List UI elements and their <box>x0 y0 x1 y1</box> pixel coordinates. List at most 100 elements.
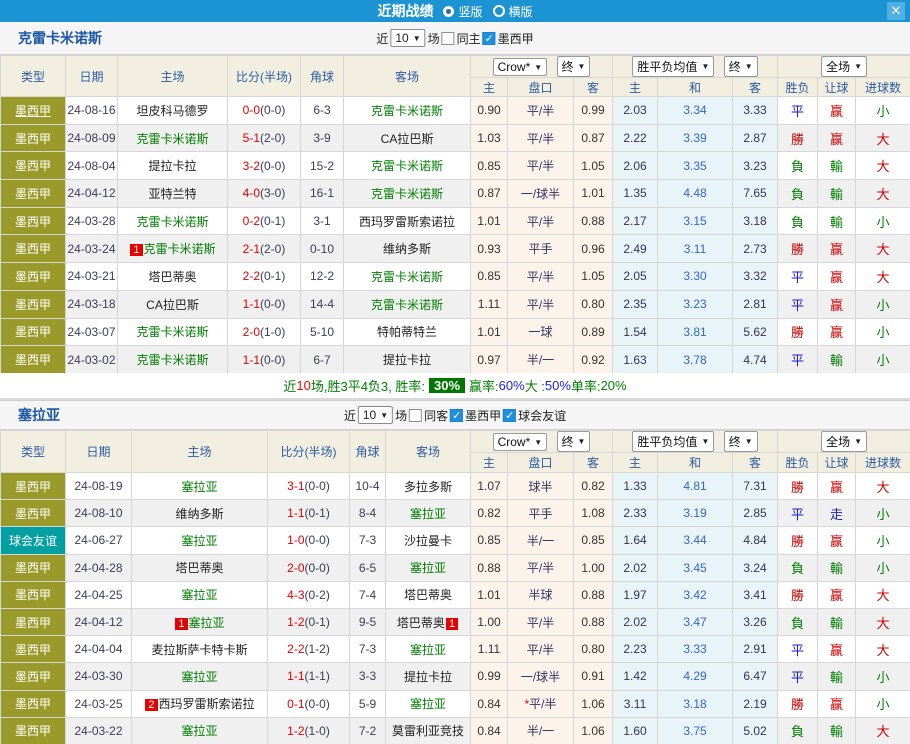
vertical-layout-radio[interactable] <box>443 6 454 17</box>
league-type-cell[interactable]: 墨西甲 <box>1 97 66 125</box>
avg-time-select[interactable]: 终▼ <box>724 431 758 452</box>
avg-draw-odds: 3.75 <box>658 717 733 744</box>
team-name[interactable]: 西玛罗雷斯索诺拉 <box>159 697 255 711</box>
team-name[interactable]: 克雷卡米诺斯 <box>136 215 208 229</box>
team-name[interactable]: 塞拉亚 <box>410 561 446 575</box>
vertical-layout-label[interactable]: 竖版 <box>458 3 482 20</box>
avg-select[interactable]: 胜平负均值▼ <box>632 431 714 452</box>
team-name[interactable]: 塔巴蒂奥 <box>397 616 445 630</box>
team-name[interactable]: 塞拉亚 <box>181 588 217 602</box>
team-name[interactable]: 维纳多斯 <box>175 507 223 521</box>
league-mexico-checkbox[interactable] <box>483 32 496 45</box>
avg-home-odds: 2.22 <box>613 124 658 152</box>
team-name[interactable]: 沙拉曼卡 <box>404 534 452 548</box>
team-name[interactable]: 塔巴蒂奥 <box>148 270 196 284</box>
match-row: 墨西甲24-03-02克雷卡米诺斯1-1(0-0)6-7提拉卡拉0.97半/一0… <box>1 346 910 373</box>
league-type-cell[interactable]: 球会友谊 <box>1 527 66 554</box>
team-name[interactable]: 特帕蒂特兰 <box>377 325 437 339</box>
league-mexico-checkbox[interactable] <box>450 409 463 422</box>
league-type-cell[interactable]: 墨西甲 <box>1 152 66 180</box>
match-count-select[interactable]: 10▼ <box>358 406 393 424</box>
avg-home-odds: 2.23 <box>613 636 658 663</box>
league-type-cell[interactable]: 墨西甲 <box>1 124 66 152</box>
team-name[interactable]: 塞拉亚 <box>181 534 217 548</box>
home-team-cell: 2西玛罗雷斯索诺拉 <box>132 690 268 717</box>
team-name[interactable]: 克雷卡米诺斯 <box>136 353 208 367</box>
team-name[interactable]: 克雷卡米诺斯 <box>136 325 208 339</box>
avg-home-odds: 2.33 <box>613 500 658 527</box>
league-type-cell[interactable]: 墨西甲 <box>1 235 66 263</box>
bookmaker-select[interactable]: Crow*▼ <box>493 433 548 451</box>
team-name[interactable]: 塔巴蒂奥 <box>404 588 452 602</box>
close-icon[interactable]: ✕ <box>887 2 905 20</box>
league-type-cell[interactable]: 墨西甲 <box>1 608 66 635</box>
team-name[interactable]: 亚特兰特 <box>148 187 196 201</box>
team-name[interactable]: 莫雷利亚竞技 <box>392 724 464 738</box>
league-type-cell[interactable]: 墨西甲 <box>1 554 66 581</box>
match-count-select[interactable]: 10▼ <box>390 29 425 47</box>
bookmaker-select[interactable]: Crow*▼ <box>493 58 548 76</box>
odds-time-select[interactable]: 终▼ <box>557 431 591 452</box>
team-name[interactable]: 麦拉斯萨卡特卡斯 <box>151 643 247 657</box>
team-name[interactable]: 西玛罗雷斯索诺拉 <box>359 215 455 229</box>
league-type-cell[interactable]: 墨西甲 <box>1 263 66 291</box>
crow-away-odds: 0.89 <box>574 318 613 346</box>
league-type-cell[interactable]: 墨西甲 <box>1 180 66 208</box>
team-name[interactable]: 塔巴蒂奥 <box>175 561 223 575</box>
avg-select[interactable]: 胜平负均值▼ <box>632 56 714 77</box>
team-name[interactable]: 塞拉亚 <box>410 643 446 657</box>
team-name[interactable]: 塞拉亚 <box>189 616 225 630</box>
team-name[interactable]: 克雷卡米诺斯 <box>136 132 208 146</box>
friendly-checkbox[interactable] <box>503 409 516 422</box>
horizontal-layout-radio[interactable] <box>493 5 505 17</box>
team-name[interactable]: 克雷卡米诺斯 <box>371 270 443 284</box>
team-name[interactable]: 克雷卡米诺斯 <box>371 104 443 118</box>
scope-select[interactable]: 全场▼ <box>821 431 867 452</box>
league-type-cell[interactable]: 墨西甲 <box>1 318 66 346</box>
team-name[interactable]: CA拉巴斯 <box>381 132 434 146</box>
team-name[interactable]: 塞拉亚 <box>181 670 217 684</box>
team-name[interactable]: 塞拉亚 <box>410 697 446 711</box>
league-type-cell[interactable]: 墨西甲 <box>1 290 66 318</box>
team-name[interactable]: 维纳多斯 <box>383 242 431 256</box>
team-name[interactable]: 提拉卡拉 <box>404 670 452 684</box>
team-name[interactable]: 克雷卡米诺斯 <box>371 159 443 173</box>
team-name[interactable]: 坦皮科马德罗 <box>136 104 208 118</box>
corner-cell: 5-9 <box>350 690 386 717</box>
odds-win-label: 赢率: <box>469 376 499 395</box>
team-name[interactable]: 克雷卡米诺斯 <box>371 187 443 201</box>
team-name[interactable]: 提拉卡拉 <box>383 353 431 367</box>
league-mexico-label: 墨西甲 <box>498 30 534 47</box>
team-name[interactable]: 塞拉亚 <box>181 480 217 494</box>
avg-time-select[interactable]: 终▼ <box>724 56 758 77</box>
scope-select[interactable]: 全场▼ <box>821 56 867 77</box>
same-away-checkbox[interactable] <box>409 409 422 422</box>
crow-away-odds: 0.88 <box>574 608 613 635</box>
result-handicap: 赢 <box>818 636 856 663</box>
same-away-label: 同客 <box>424 407 448 424</box>
team-name[interactable]: 克雷卡米诺斯 <box>371 298 443 312</box>
league-type-cell[interactable]: 墨西甲 <box>1 581 66 608</box>
league-type-cell[interactable]: 墨西甲 <box>1 473 66 500</box>
chevron-down-icon: ▼ <box>578 437 586 446</box>
league-type-cell[interactable]: 墨西甲 <box>1 346 66 373</box>
team-name[interactable]: 塞拉亚 <box>410 507 446 521</box>
league-type-cell[interactable]: 墨西甲 <box>1 500 66 527</box>
league-type-cell[interactable]: 墨西甲 <box>1 636 66 663</box>
score-cell: 1-2(1-0) <box>268 717 350 744</box>
crow-handicap: 半球 <box>508 581 574 608</box>
avg-draw-odds: 3.47 <box>658 608 733 635</box>
team-name[interactable]: CA拉巴斯 <box>146 298 199 312</box>
odds-time-select[interactable]: 终▼ <box>557 56 591 77</box>
league-type-cell[interactable]: 墨西甲 <box>1 690 66 717</box>
horizontal-layout-label[interactable]: 横版 <box>509 3 533 20</box>
team-name[interactable]: 塞拉亚 <box>181 724 217 738</box>
team-name[interactable]: 克雷卡米诺斯 <box>144 242 216 256</box>
league-type-cell[interactable]: 墨西甲 <box>1 663 66 690</box>
league-type-cell[interactable]: 墨西甲 <box>1 717 66 744</box>
match-row: 墨西甲24-08-19塞拉亚3-1(0-0)10-4多拉多斯1.07球半0.82… <box>1 473 910 500</box>
team-name[interactable]: 多拉多斯 <box>404 480 452 494</box>
league-type-cell[interactable]: 墨西甲 <box>1 207 66 235</box>
team-name[interactable]: 提拉卡拉 <box>148 159 196 173</box>
same-home-checkbox[interactable] <box>442 32 455 45</box>
